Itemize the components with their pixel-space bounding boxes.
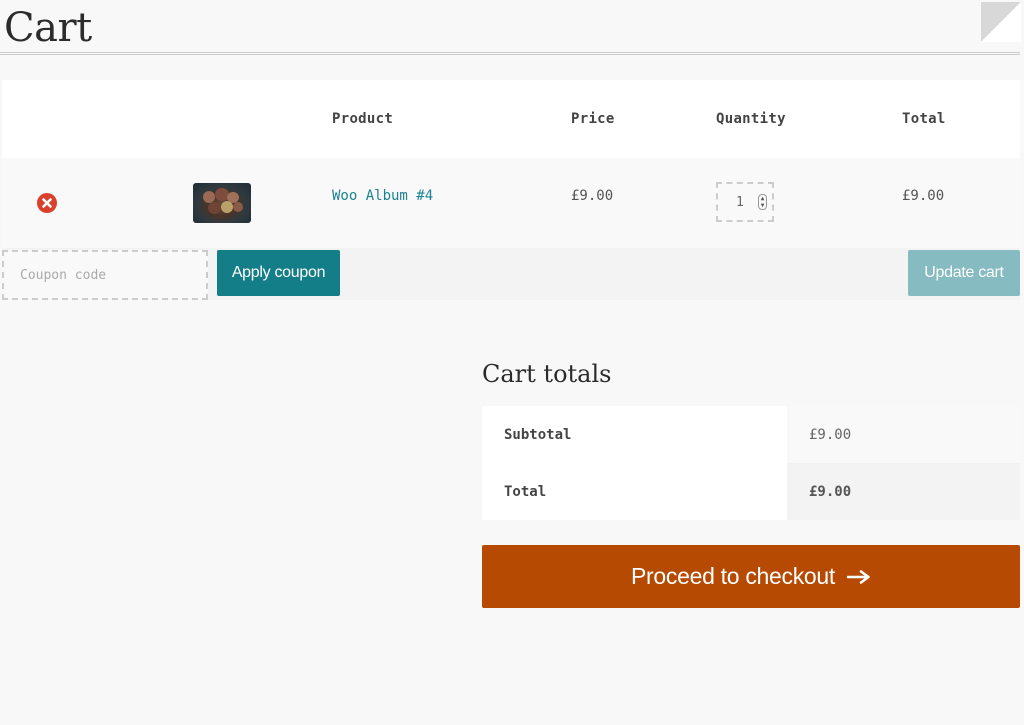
subtotal-row: Subtotal £9.00 (482, 406, 1020, 463)
product-line-total: £9.00 (902, 188, 945, 204)
cart-totals-table: Subtotal £9.00 Total £9.00 (482, 406, 1020, 520)
spinner-arrows-icon[interactable]: ▲ ▼ (758, 194, 767, 210)
page-title: Cart (4, 5, 92, 51)
coupon-code-input[interactable] (2, 250, 208, 300)
cart-table-header: Product Price Quantity Total (2, 80, 1020, 158)
product-thumbnail[interactable] (193, 183, 251, 223)
total-label: Total (504, 484, 547, 500)
quantity-value: 1 (736, 195, 744, 210)
title-divider (0, 52, 1020, 55)
arrow-right-icon (846, 563, 871, 590)
total-row: Total £9.00 (482, 463, 1020, 520)
apply-coupon-button[interactable]: Apply coupon (217, 250, 340, 296)
header-price: Price (571, 111, 615, 127)
remove-item-icon[interactable] (37, 193, 57, 213)
update-cart-button[interactable]: Update cart (908, 250, 1020, 296)
header-product: Product (332, 111, 394, 127)
quantity-stepper[interactable]: 1 ▲ ▼ (716, 182, 774, 222)
product-price: £9.00 (571, 188, 614, 204)
page-corner-fold (981, 2, 1021, 42)
header-quantity: Quantity (716, 111, 786, 127)
subtotal-value: £9.00 (809, 427, 852, 443)
checkout-label: Proceed to checkout (631, 563, 835, 589)
cart-item-row: Woo Album #4 £9.00 1 ▲ ▼ £9.00 (2, 158, 1020, 248)
proceed-to-checkout-button[interactable]: Proceed to checkout (482, 545, 1020, 608)
product-name-link[interactable]: Woo Album #4 (332, 188, 433, 204)
header-total: Total (902, 111, 946, 127)
cart-totals-heading: Cart totals (482, 360, 612, 388)
cart-actions: Apply coupon Update cart (2, 248, 1020, 300)
subtotal-label: Subtotal (504, 427, 572, 443)
total-value: £9.00 (809, 484, 852, 500)
